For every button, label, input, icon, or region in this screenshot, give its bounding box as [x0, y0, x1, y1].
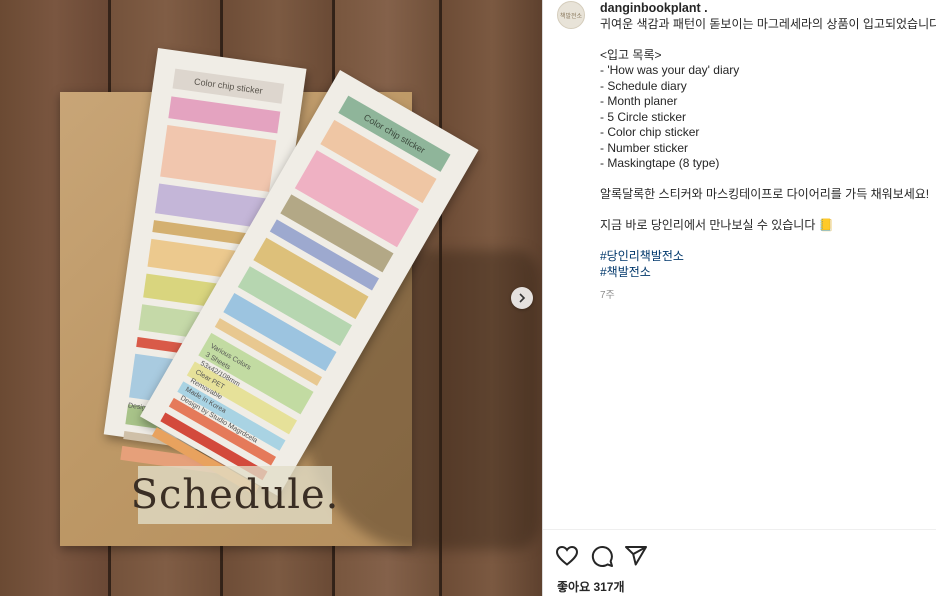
caption-line: - Number sticker [600, 140, 689, 155]
caption-line [600, 234, 936, 250]
color-chip [160, 125, 277, 192]
username-link[interactable]: danginbookplant . [600, 1, 936, 17]
caption-line [600, 32, 936, 48]
hashtag-link[interactable]: #책발전소 [600, 265, 936, 281]
comment-icon[interactable] [590, 544, 614, 568]
next-image-button[interactable] [511, 287, 533, 309]
caption-line: <입고 목록> [600, 47, 662, 62]
caption-text: 귀여운 색감과 패턴이 돋보이는 마그레세라의 상품이 입고되었습니다🎨 <입고 … [600, 17, 936, 250]
notebook-title: Schedule. [130, 472, 340, 518]
caption-line [600, 172, 936, 188]
notebook-label: Schedule. [131, 466, 338, 524]
caption-line: - 'How was your day' diary [600, 63, 740, 77]
caption-line: 지금 바로 당인리에서 만나보실 수 있습니다 📒 [600, 218, 834, 232]
share-icon[interactable] [624, 544, 648, 568]
caption-line: - Schedule diary [600, 78, 687, 93]
avatar-text: 책발전소 [559, 13, 583, 20]
post-sidebar: 책발전소 danginbookplant . 귀여운 색감과 패턴이 돋보이는 … [542, 0, 936, 596]
caption-line [600, 203, 936, 219]
post-photo[interactable]: Color chip sticker Design by Color chip … [0, 0, 542, 596]
avatar[interactable]: 책발전소 [557, 1, 585, 29]
post-time[interactable]: 7주 [600, 288, 936, 304]
action-bar: 좋아요 317개 [543, 529, 936, 596]
likes-count[interactable]: 좋아요 317개 [557, 578, 625, 595]
caption: danginbookplant . 귀여운 색감과 패턴이 돋보이는 마그레세라… [600, 1, 936, 304]
heart-icon[interactable] [555, 544, 579, 568]
caption-line: - Color chip sticker [600, 125, 700, 139]
caption-line: - 5 Circle sticker [600, 109, 687, 124]
hashtag-link[interactable]: #당인리책발전소 [600, 249, 936, 265]
caption-line: 귀여운 색감과 패턴이 돋보이는 마그레세라의 상품이 입고되었습니다🎨 [600, 16, 936, 31]
caption-line: - Maskingtape (8 type) [600, 156, 720, 170]
chevron-right-icon [519, 293, 526, 303]
caption-line: - Month planer [600, 94, 678, 108]
caption-line: 알록달록한 스티커와 마스킹테이프로 다이어리를 가득 채워보세요! [600, 187, 930, 201]
